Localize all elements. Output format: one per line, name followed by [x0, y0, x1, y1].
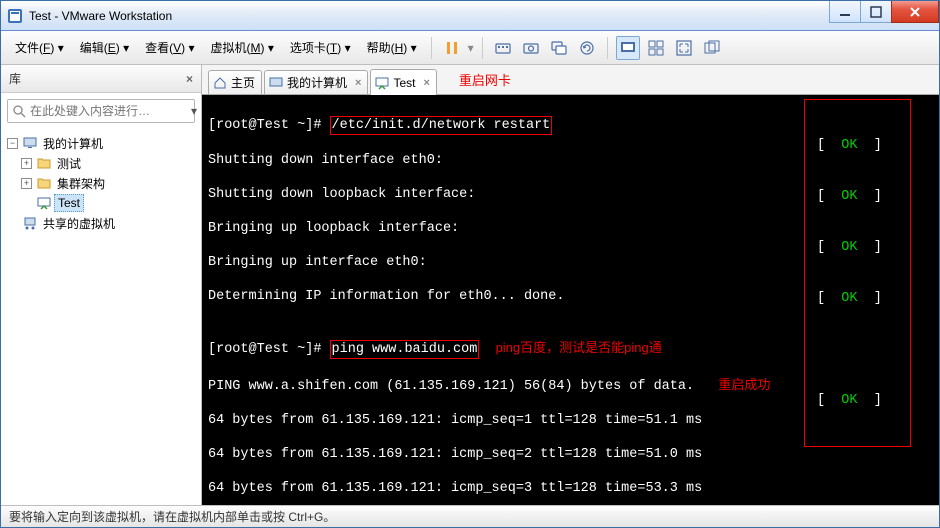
- ok-status-column: [ OK ] [ OK ] [ OK ] [ OK ] [ OK ]: [804, 99, 911, 447]
- search-field[interactable]: [26, 104, 189, 118]
- menu-tabs[interactable]: 选项卡(T) ▾: [284, 35, 357, 60]
- send-ctrl-alt-del-icon[interactable]: [491, 36, 515, 60]
- search-icon: [12, 104, 26, 118]
- tab-close-icon[interactable]: ×: [355, 77, 361, 89]
- snapshot-manager-icon[interactable]: [547, 36, 571, 60]
- computer-icon: [22, 135, 38, 151]
- tab-my-computer[interactable]: 我的计算机 ×: [264, 70, 368, 94]
- annotation-restart-ok: 重启成功: [718, 377, 770, 392]
- tree-folder[interactable]: + 集群架构: [1, 173, 201, 193]
- vm-console[interactable]: [root@Test ~]# /etc/init.d/network resta…: [202, 95, 939, 505]
- minimize-button[interactable]: [829, 1, 861, 23]
- window-buttons: [830, 1, 939, 23]
- app-window: Test - VMware Workstation 文件(F) ▾ 编辑(E) …: [0, 0, 940, 528]
- menu-edit[interactable]: 编辑(E) ▾: [74, 35, 135, 60]
- annotation-restart-nic: 重启网卡: [459, 70, 511, 89]
- app-icon: [7, 8, 23, 24]
- fullscreen-icon[interactable]: [672, 36, 696, 60]
- search-input[interactable]: ▾: [7, 99, 195, 123]
- maximize-button[interactable]: [860, 1, 892, 23]
- tabbar: 主页 我的计算机 × Test × 重启网卡: [202, 65, 939, 95]
- folder-icon: [36, 155, 52, 171]
- tree-my-computer[interactable]: − 我的计算机: [1, 133, 201, 153]
- view-console-icon[interactable]: [616, 36, 640, 60]
- menu-help[interactable]: 帮助(H) ▾: [361, 35, 423, 60]
- titlebar: Test - VMware Workstation: [1, 1, 939, 31]
- sidebar-header: 库 ×: [1, 65, 201, 93]
- search-dropdown-icon[interactable]: ▾: [189, 104, 199, 118]
- tree-shared-vms[interactable]: 共享的虚拟机: [1, 213, 201, 233]
- shared-icon: [22, 215, 38, 231]
- computer-icon: [269, 76, 283, 90]
- menubar: 文件(F) ▾ 编辑(E) ▾ 查看(V) ▾ 虚拟机(M) ▾ 选项卡(T) …: [1, 31, 939, 65]
- tab-home[interactable]: 主页: [208, 70, 262, 94]
- annotation-ping-test: ping百度，测试是否能ping通: [496, 340, 662, 355]
- menu-file[interactable]: 文件(F) ▾: [9, 35, 70, 60]
- home-icon: [213, 76, 227, 90]
- view-thumbnail-icon[interactable]: [644, 36, 668, 60]
- folder-icon: [36, 175, 52, 191]
- toolbar-dropdown-icon[interactable]: ▾: [468, 41, 474, 55]
- cmd-ping: ping www.baidu.com: [330, 340, 480, 359]
- sidebar-title: 库: [9, 70, 21, 87]
- main-panel: 主页 我的计算机 × Test × 重启网卡 [root@Test ~]# /e…: [202, 65, 939, 505]
- pause-button[interactable]: [440, 36, 464, 60]
- close-button[interactable]: [891, 1, 939, 23]
- revert-icon[interactable]: [575, 36, 599, 60]
- cmd-network-restart: /etc/init.d/network restart: [330, 116, 553, 135]
- unity-icon[interactable]: [700, 36, 724, 60]
- tab-test[interactable]: Test ×: [370, 69, 436, 95]
- menu-view[interactable]: 查看(V) ▾: [139, 35, 200, 60]
- vm-icon: [375, 76, 389, 90]
- tree-folder[interactable]: + 测试: [1, 153, 201, 173]
- tree-vm-test[interactable]: Test: [1, 193, 201, 213]
- statusbar: 要将输入定向到该虚拟机，请在虚拟机内部单击或按 Ctrl+G。: [1, 505, 939, 527]
- snapshot-icon[interactable]: [519, 36, 543, 60]
- menu-vm[interactable]: 虚拟机(M) ▾: [205, 35, 280, 60]
- library-tree: − 我的计算机 + 测试 + 集群架构 Test: [1, 129, 201, 505]
- sidebar: 库 × ▾ − 我的计算机 + 测试: [1, 65, 202, 505]
- status-text: 要将输入定向到该虚拟机，请在虚拟机内部单击或按 Ctrl+G。: [9, 508, 335, 525]
- window-title: Test - VMware Workstation: [29, 9, 830, 23]
- tab-close-icon[interactable]: ×: [423, 77, 429, 89]
- sidebar-close-icon[interactable]: ×: [186, 72, 193, 86]
- vm-icon: [36, 195, 52, 211]
